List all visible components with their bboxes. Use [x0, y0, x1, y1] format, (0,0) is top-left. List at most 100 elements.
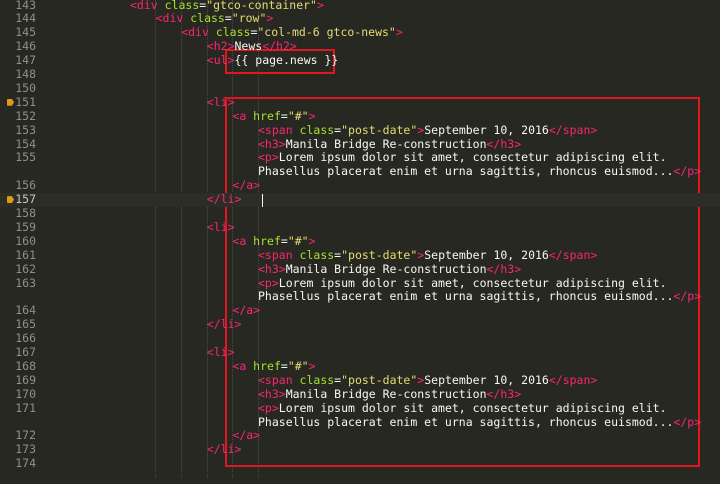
- code-token: <h3>: [258, 386, 286, 401]
- code-line[interactable]: 153 <span class="post-date">September 10,…: [0, 122, 720, 138]
- code-token: Phasellus placerat enim et urna sagittis…: [258, 164, 674, 179]
- code-token: <li>: [206, 345, 235, 359]
- code-token: <span: [258, 372, 300, 387]
- code-line[interactable]: 164 </a>: [0, 303, 720, 318]
- code-editor[interactable]: 143 <div class="gtco-container"> 144 <div c…: [0, 0, 720, 484]
- code-line[interactable]: 160 <a href="#">: [0, 233, 720, 249]
- code-line[interactable]: 163 <p>Lorem ipsum dolor sit amet, consec…: [0, 275, 720, 291]
- code-line[interactable]: 143 <div class="gtco-container">: [0, 0, 720, 12]
- code-line[interactable]: 150: [0, 81, 720, 96]
- code-text: Phasellus placerat enim et urna sagittis…: [258, 289, 702, 304]
- code-token: >: [308, 108, 316, 123]
- code-token: Phasellus placerat enim et urna sagittis…: [258, 289, 674, 304]
- code-line[interactable]: 159 <li>: [0, 219, 720, 235]
- code-line[interactable]: 144 <div class="row">: [0, 11, 720, 26]
- code-token: >: [308, 358, 316, 373]
- code-token: News: [234, 39, 263, 54]
- code-token: <p>: [258, 275, 279, 290]
- code-line[interactable]: Phasellus placerat enim et urna sagittis…: [0, 289, 720, 304]
- line-number: 170: [15, 386, 36, 401]
- line-number: 159: [15, 219, 36, 234]
- code-token: <div: [130, 0, 165, 12]
- code-text: Phasellus placerat enim et urna sagittis…: [258, 164, 702, 179]
- code-line[interactable]: 174: [0, 456, 720, 471]
- line-number: 151: [15, 94, 36, 109]
- code-line[interactable]: 173 </li>: [0, 442, 720, 457]
- line-number: 171: [15, 400, 36, 415]
- code-line[interactable]: 171 <p>Lorem ipsum dolor sit amet, consec…: [0, 400, 720, 416]
- code-line[interactable]: 162 <h3>Manila Bridge Re-construction</h3…: [0, 261, 720, 277]
- code-token: </h3>: [486, 386, 522, 401]
- code-token: <span: [258, 122, 300, 137]
- code-line[interactable]: 147 <ul>{{ page.news }}: [0, 53, 720, 68]
- code-line[interactable]: 172 </a>: [0, 428, 720, 443]
- code-text: <h3>Manila Bridge Re-construction</h3>: [258, 261, 522, 277]
- line-number: 174: [15, 456, 36, 471]
- line-number: 167: [15, 345, 36, 359]
- code-token: =: [280, 358, 288, 373]
- code-line[interactable]: 152 <a href="#">: [0, 108, 720, 124]
- code-token: =: [280, 233, 288, 248]
- code-text: <a href="#">: [232, 358, 316, 374]
- code-token: </p>: [673, 289, 702, 304]
- code-token: href: [253, 108, 281, 123]
- code-token: <h3>: [258, 261, 286, 276]
- code-token: <h2>: [206, 39, 235, 54]
- code-token: >: [266, 11, 274, 26]
- code-text: <span class="post-date">September 10, 20…: [258, 372, 597, 388]
- code-token: "post-date": [341, 247, 418, 262]
- code-token: </p>: [673, 414, 702, 429]
- code-token: <p>: [258, 150, 279, 165]
- code-line[interactable]: 154 <h3>Manila Bridge Re-construction</h3…: [0, 137, 720, 152]
- code-token: class: [164, 0, 200, 12]
- code-text: <h3>Manila Bridge Re-construction</h3>: [258, 386, 522, 402]
- code-token: <li>: [206, 94, 235, 109]
- code-token: </h3>: [486, 261, 522, 276]
- line-number: 144: [15, 11, 36, 26]
- line-number: 158: [15, 206, 36, 220]
- code-token: Lorem ipsum dolor sit amet, consectetur …: [278, 400, 667, 415]
- line-number: 145: [15, 25, 36, 40]
- code-token: </li>: [206, 442, 242, 457]
- code-token: href: [253, 233, 281, 248]
- code-token: >: [395, 25, 403, 40]
- code-line[interactable]: 155 <p>Lorem ipsum dolor sit amet, consec…: [0, 150, 720, 165]
- code-line[interactable]: 151 <li>: [0, 94, 720, 110]
- code-token: </span>: [548, 122, 598, 137]
- line-number: 148: [15, 67, 36, 81]
- code-line[interactable]: 169 <span class="post-date">September 10,…: [0, 372, 720, 388]
- code-token: </p>: [673, 164, 702, 179]
- code-token: Manila Bridge Re-construction: [285, 386, 487, 401]
- code-line[interactable]: 145 <div class="col-md-6 gtco-news">: [0, 25, 720, 40]
- code-line[interactable]: Phasellus placerat enim et urna sagittis…: [0, 414, 720, 430]
- code-line[interactable]: 157 </li>: [0, 192, 720, 207]
- code-text: </li>: [207, 317, 242, 332]
- code-token: "#": [287, 108, 309, 123]
- code-line[interactable]: 167 <li>: [0, 345, 720, 360]
- code-token: href: [253, 358, 281, 373]
- code-text: <p>Lorem ipsum dolor sit amet, consectet…: [258, 150, 667, 165]
- line-number: 168: [15, 358, 36, 373]
- code-token: Phasellus placerat enim et urna sagittis…: [258, 414, 674, 429]
- code-line[interactable]: Phasellus placerat enim et urna sagittis…: [0, 164, 720, 179]
- code-line[interactable]: 156 </a>: [0, 178, 720, 193]
- code-token: </span>: [548, 247, 598, 262]
- code-line[interactable]: 168 <a href="#">: [0, 358, 720, 374]
- code-token: "post-date": [341, 372, 418, 387]
- code-line[interactable]: 170 <h3>Manila Bridge Re-construction</h3…: [0, 386, 720, 402]
- code-text: <p>Lorem ipsum dolor sit amet, consectet…: [258, 400, 667, 416]
- code-line[interactable]: 165 </li>: [0, 317, 720, 332]
- code-token: <div: [181, 25, 216, 40]
- code-token: <span: [258, 247, 300, 262]
- code-token: {{ page.news }}: [234, 53, 339, 68]
- code-line[interactable]: 161 <span class="post-date">September 10,…: [0, 247, 720, 263]
- code-text: Phasellus placerat enim et urna sagittis…: [258, 414, 702, 430]
- code-token: "#": [287, 233, 309, 248]
- code-text: <span class="post-date">September 10, 20…: [258, 122, 598, 138]
- code-line[interactable]: 148: [0, 67, 720, 82]
- code-line[interactable]: 166: [0, 331, 720, 346]
- code-line[interactable]: 146 <h2>News</h2>: [0, 39, 720, 54]
- code-token: </li>: [206, 192, 242, 207]
- code-token: </a>: [232, 178, 261, 193]
- code-line[interactable]: 158: [0, 206, 720, 221]
